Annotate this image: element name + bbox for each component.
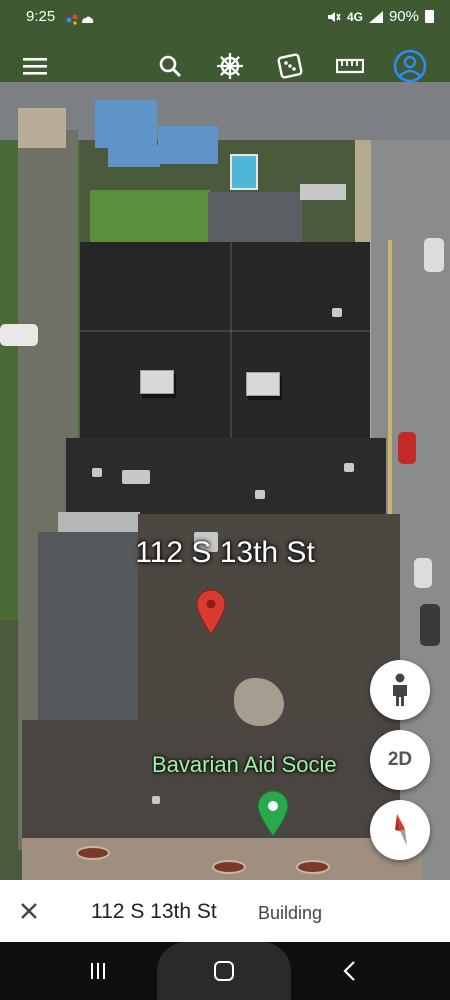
- mute-icon: [327, 11, 341, 22]
- search-icon: [159, 55, 181, 77]
- parked-car: [398, 432, 416, 464]
- map-view[interactable]: 112 S 13th St Bavarian Aid Socie: [0, 0, 450, 940]
- parked-car: [0, 324, 38, 346]
- search-button[interactable]: [148, 44, 192, 88]
- place-card[interactable]: 112 S 13th St Building: [0, 880, 450, 942]
- building-cornice: [22, 838, 422, 880]
- building-window: [212, 860, 246, 874]
- house-roof: [108, 145, 160, 167]
- poi-map-label[interactable]: Bavarian Aid Socie: [152, 752, 374, 778]
- house-roof: [18, 108, 66, 148]
- notification-icons: [66, 12, 94, 29]
- place-title: 112 S 13th St: [91, 900, 217, 923]
- battery-icon: [425, 10, 434, 23]
- address-map-label: 112 S 13th St: [135, 536, 315, 569]
- recents-icon[interactable]: [88, 961, 108, 981]
- roof-seam: [230, 242, 232, 442]
- building-window: [296, 860, 330, 874]
- rooftop-vent: [122, 470, 150, 484]
- menu-button[interactable]: [13, 44, 57, 88]
- house-roof: [158, 126, 218, 164]
- signal-icon: [368, 10, 383, 23]
- network-type: 4G: [346, 9, 363, 24]
- parked-car: [424, 238, 444, 272]
- rooftop-vent: [92, 468, 102, 477]
- place-type: Building: [258, 903, 323, 923]
- ruler-icon: [336, 58, 364, 74]
- garage-roof: [300, 184, 346, 200]
- person-icon: [393, 673, 407, 706]
- rooftop-hvac: [246, 372, 280, 396]
- building-roof: [80, 242, 370, 442]
- view-toggle-button[interactable]: 2D: [370, 730, 430, 790]
- rooftop-vent: [332, 308, 342, 317]
- measure-button[interactable]: [328, 44, 372, 88]
- home-icon[interactable]: [213, 960, 235, 982]
- house-roof: [208, 192, 302, 242]
- rooftop-vent: [255, 490, 265, 499]
- voyager-button[interactable]: [208, 44, 252, 88]
- dice-icon: [277, 53, 303, 79]
- compass-icon: [395, 814, 407, 846]
- feeling-lucky-button[interactable]: [268, 44, 312, 88]
- parked-car: [420, 604, 440, 646]
- address-pin-icon[interactable]: [195, 588, 227, 636]
- account-icon: [393, 49, 427, 83]
- battery-percent: 90%: [388, 8, 419, 25]
- ship-wheel-icon: [217, 53, 243, 79]
- compass-button[interactable]: [370, 800, 430, 860]
- building-window: [76, 846, 110, 860]
- back-icon[interactable]: [340, 960, 360, 982]
- hamburger-menu-icon: [23, 58, 47, 75]
- street-view-button[interactable]: [370, 660, 430, 720]
- rooftop-hvac: [140, 370, 174, 394]
- lawn: [90, 190, 210, 242]
- building-roof: [66, 438, 386, 514]
- status-time: 9:25: [26, 8, 56, 25]
- system-nav-bar: [0, 942, 450, 1000]
- roof-seam: [80, 330, 370, 332]
- rooftop-vent: [152, 796, 160, 804]
- status-bar: 9:25 4G 90%: [0, 0, 450, 32]
- account-button[interactable]: [388, 44, 432, 88]
- top-toolbar: [0, 44, 450, 92]
- building-roof: [22, 720, 400, 840]
- swimming-pool: [230, 154, 258, 190]
- poi-pin-icon[interactable]: [256, 790, 290, 838]
- house-roof: [95, 100, 157, 148]
- rooftop-vent: [344, 463, 354, 472]
- close-icon[interactable]: [16, 898, 42, 924]
- status-right: 4G 90%: [327, 8, 434, 25]
